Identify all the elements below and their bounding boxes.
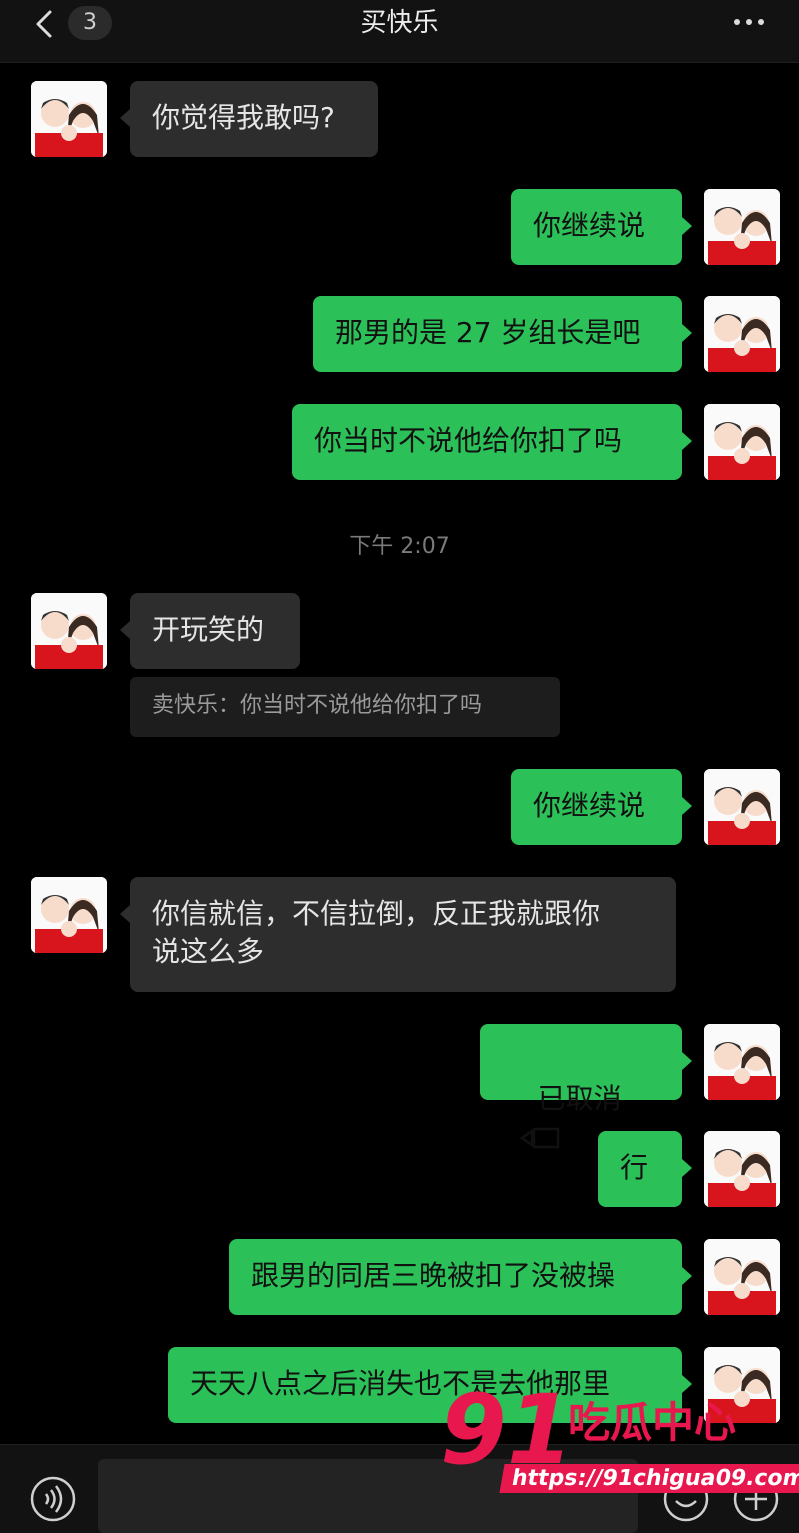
message-bubble-outgoing[interactable]: 你继续说	[511, 769, 692, 845]
voice-button[interactable]	[29, 1475, 77, 1523]
message-bubble-outgoing[interactable]: 你继续说	[511, 189, 692, 265]
emoji-button[interactable]	[662, 1475, 710, 1523]
avatar[interactable]	[704, 1239, 780, 1315]
input-bar	[0, 1444, 799, 1533]
emoji-icon	[663, 1476, 709, 1522]
message-bubble-outgoing[interactable]: 天天八点之后消失也不是去他那里	[168, 1347, 692, 1423]
avatar[interactable]	[704, 189, 780, 265]
couple-avatar-icon	[31, 81, 107, 157]
message-bubble-outgoing[interactable]: 你当时不说他给你扣了吗	[292, 404, 692, 480]
more-button[interactable]	[731, 12, 767, 32]
avatar[interactable]	[31, 81, 107, 157]
couple-avatar-icon	[704, 1131, 780, 1207]
couple-avatar-icon	[704, 296, 780, 372]
avatar[interactable]	[704, 769, 780, 845]
chat-title: 买快乐	[360, 8, 439, 38]
avatar[interactable]	[704, 404, 780, 480]
quoted-message[interactable]: 卖快乐：你当时不说他给你扣了吗	[130, 677, 560, 737]
more-dots-icon	[734, 19, 764, 25]
timestamp: 下午 2:07	[349, 534, 450, 559]
message-bubble-outgoing[interactable]: 跟男的同居三晚被扣了没被操	[229, 1239, 692, 1315]
avatar[interactable]	[704, 296, 780, 372]
call-cancelled-bubble[interactable]: 已取消	[480, 1024, 692, 1149]
chat-area[interactable]: 你觉得我敢吗? 你继续说 那男的是 27 岁组长是吧 你当时不说他给你扣了吗 下…	[0, 62, 799, 1444]
avatar[interactable]	[704, 1131, 780, 1207]
video-call-icon	[520, 1127, 560, 1149]
avatar[interactable]	[31, 877, 107, 953]
couple-avatar-icon	[704, 769, 780, 845]
message-bubble-incoming[interactable]: 你信就信，不信拉倒，反正我就跟你 说这么多	[120, 877, 676, 992]
couple-avatar-icon	[31, 877, 107, 953]
couple-avatar-icon	[704, 404, 780, 480]
avatar[interactable]	[704, 1024, 780, 1100]
avatar[interactable]	[704, 1347, 780, 1423]
call-status-label: 已取消	[537, 1082, 622, 1115]
message-bubble-outgoing[interactable]: 那男的是 27 岁组长是吧	[313, 296, 692, 372]
couple-avatar-icon	[704, 1347, 780, 1423]
plus-icon	[733, 1476, 779, 1522]
top-bar: 3 买快乐	[0, 0, 799, 63]
message-bubble-outgoing[interactable]: 行	[598, 1131, 692, 1207]
couple-avatar-icon	[704, 189, 780, 265]
message-input[interactable]	[98, 1459, 638, 1533]
couple-avatar-icon	[704, 1239, 780, 1315]
message-bubble-incoming[interactable]: 开玩笑的	[120, 593, 300, 669]
plus-button[interactable]	[732, 1475, 780, 1523]
couple-avatar-icon	[31, 593, 107, 669]
voice-icon	[30, 1476, 76, 1522]
avatar[interactable]	[31, 593, 107, 669]
message-bubble-incoming[interactable]: 你觉得我敢吗?	[120, 81, 378, 157]
couple-avatar-icon	[704, 1024, 780, 1100]
